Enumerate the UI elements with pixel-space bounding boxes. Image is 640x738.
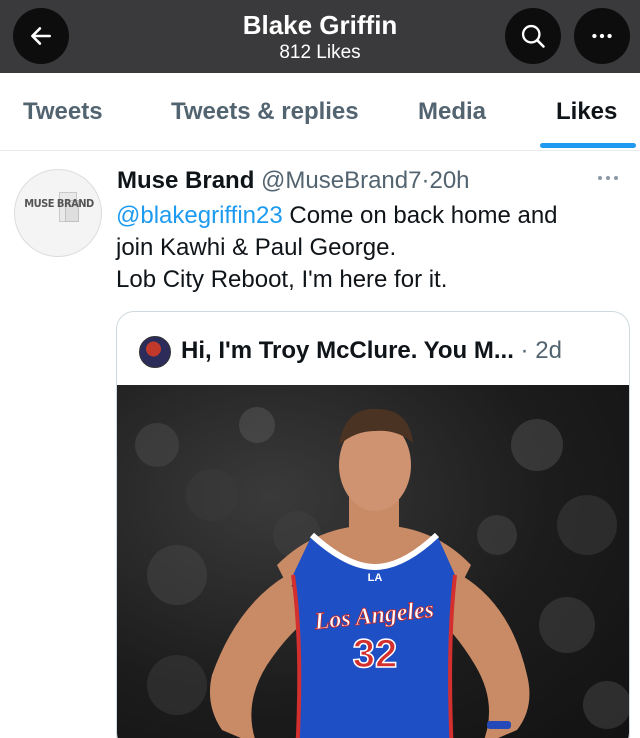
author-name[interactable]: Muse Brand bbox=[117, 167, 254, 194]
active-tab-indicator bbox=[540, 143, 636, 148]
tweet-text-line2: join Kawhi & Paul George. bbox=[116, 234, 397, 261]
quoted-tweet-time[interactable]: 2d bbox=[535, 337, 562, 364]
tab-tweets[interactable]: Tweets bbox=[23, 98, 103, 126]
jersey-number: 32 bbox=[353, 632, 398, 676]
tweet-text: @blakegriffin23 Come on back home and jo… bbox=[116, 200, 626, 296]
author-handle[interactable]: @MuseBrand7 bbox=[261, 167, 421, 194]
quoted-tweet-header: Hi, I'm Troy McClure. You M... · 2d bbox=[181, 336, 562, 366]
tweet-text-line3: Lob City Reboot, I'm here for it. bbox=[116, 266, 448, 293]
tweet-time[interactable]: 20h bbox=[429, 167, 469, 194]
search-icon bbox=[521, 24, 545, 48]
quoted-tweet[interactable]: Hi, I'm Troy McClure. You M... · 2d LA L… bbox=[116, 311, 630, 738]
quoted-tweet-image[interactable]: LA Los Angeles 32 bbox=[117, 385, 629, 738]
tab-media[interactable]: Media bbox=[418, 98, 486, 126]
tweet-text-line1: Come on back home and bbox=[282, 202, 558, 229]
more-button[interactable] bbox=[574, 8, 630, 64]
player-photo: LA Los Angeles 32 bbox=[135, 407, 629, 738]
jersey-logo: LA bbox=[368, 572, 383, 584]
avatar-logo-text: MUSE BRAND bbox=[24, 196, 94, 210]
avatar[interactable]: MUSE BRAND bbox=[14, 169, 102, 257]
tab-likes[interactable]: Likes bbox=[556, 98, 617, 126]
separator-dot: · bbox=[520, 337, 529, 364]
mention-link[interactable]: @blakegriffin23 bbox=[116, 202, 283, 229]
tweet-header: Muse Brand @MuseBrand7·20h bbox=[117, 166, 470, 196]
tweet-more-button[interactable] bbox=[596, 170, 620, 188]
quoted-author-name[interactable]: Hi, I'm Troy McClure. You M... bbox=[181, 337, 514, 364]
tab-tweets-replies[interactable]: Tweets & replies bbox=[171, 98, 359, 126]
profile-header: Blake Griffin 812 Likes bbox=[0, 0, 640, 73]
quoted-avatar[interactable] bbox=[139, 336, 171, 368]
search-button[interactable] bbox=[505, 8, 561, 64]
more-horizontal-icon bbox=[598, 176, 618, 180]
profile-tabs: Tweets Tweets & replies Media Likes bbox=[0, 73, 640, 151]
more-horizontal-icon bbox=[592, 33, 612, 39]
